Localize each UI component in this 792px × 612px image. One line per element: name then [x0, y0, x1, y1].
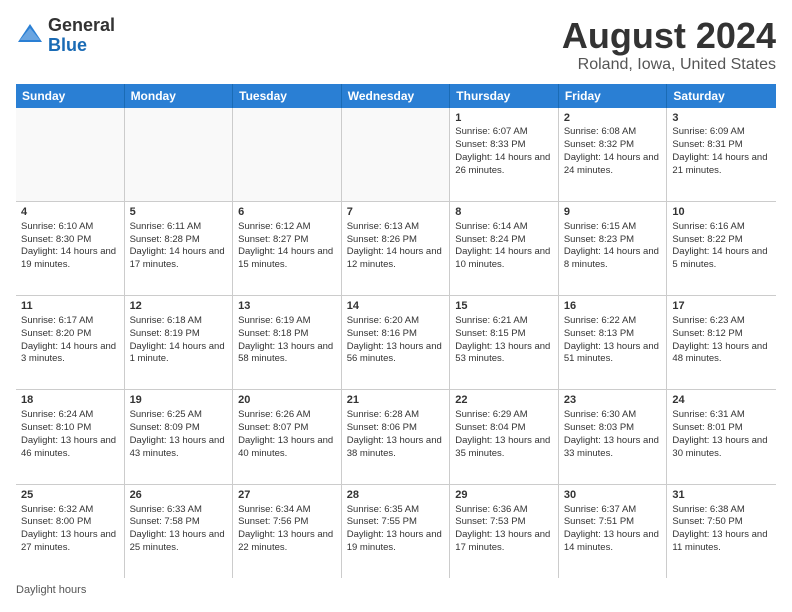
calendar-header: SundayMondayTuesdayWednesdayThursdayFrid…	[16, 84, 776, 108]
day-number: 3	[672, 111, 771, 126]
day-number: 20	[238, 393, 336, 408]
calendar-day	[16, 108, 125, 201]
calendar-row: 1Sunrise: 6:07 AMSunset: 8:33 PMDaylight…	[16, 108, 776, 202]
day-number: 27	[238, 488, 336, 503]
day-number: 30	[564, 488, 662, 503]
day-number: 14	[347, 299, 445, 314]
calendar-title: August 2024	[562, 16, 776, 56]
day-number: 9	[564, 205, 662, 220]
calendar-day: 21Sunrise: 6:28 AMSunset: 8:06 PMDayligh…	[342, 390, 451, 483]
calendar-day: 29Sunrise: 6:36 AMSunset: 7:53 PMDayligh…	[450, 485, 559, 578]
calendar-day: 12Sunrise: 6:18 AMSunset: 8:19 PMDayligh…	[125, 296, 234, 389]
day-number: 19	[130, 393, 228, 408]
header-day: Monday	[125, 84, 234, 108]
day-number: 2	[564, 111, 662, 126]
calendar-day: 27Sunrise: 6:34 AMSunset: 7:56 PMDayligh…	[233, 485, 342, 578]
day-number: 8	[455, 205, 553, 220]
calendar-day: 30Sunrise: 6:37 AMSunset: 7:51 PMDayligh…	[559, 485, 668, 578]
header-day: Friday	[559, 84, 668, 108]
calendar-day: 14Sunrise: 6:20 AMSunset: 8:16 PMDayligh…	[342, 296, 451, 389]
calendar-day: 15Sunrise: 6:21 AMSunset: 8:15 PMDayligh…	[450, 296, 559, 389]
calendar-day: 13Sunrise: 6:19 AMSunset: 8:18 PMDayligh…	[233, 296, 342, 389]
calendar-day: 19Sunrise: 6:25 AMSunset: 8:09 PMDayligh…	[125, 390, 234, 483]
footer-text: Daylight hours	[16, 584, 86, 596]
day-number: 5	[130, 205, 228, 220]
calendar-day: 25Sunrise: 6:32 AMSunset: 8:00 PMDayligh…	[16, 485, 125, 578]
calendar-body: 1Sunrise: 6:07 AMSunset: 8:33 PMDaylight…	[16, 108, 776, 578]
calendar-row: 25Sunrise: 6:32 AMSunset: 8:00 PMDayligh…	[16, 485, 776, 578]
calendar-row: 11Sunrise: 6:17 AMSunset: 8:20 PMDayligh…	[16, 296, 776, 390]
day-number: 26	[130, 488, 228, 503]
logo-icon	[16, 22, 44, 50]
calendar-day: 17Sunrise: 6:23 AMSunset: 8:12 PMDayligh…	[667, 296, 776, 389]
day-number: 29	[455, 488, 553, 503]
calendar-day: 10Sunrise: 6:16 AMSunset: 8:22 PMDayligh…	[667, 202, 776, 295]
logo-text: General Blue	[48, 16, 115, 56]
calendar-day	[125, 108, 234, 201]
day-number: 17	[672, 299, 771, 314]
day-number: 31	[672, 488, 771, 503]
day-number: 7	[347, 205, 445, 220]
calendar-day	[233, 108, 342, 201]
logo-general: General	[48, 16, 115, 36]
logo: General Blue	[16, 16, 115, 56]
calendar-day: 31Sunrise: 6:38 AMSunset: 7:50 PMDayligh…	[667, 485, 776, 578]
day-number: 25	[21, 488, 119, 503]
calendar-day: 24Sunrise: 6:31 AMSunset: 8:01 PMDayligh…	[667, 390, 776, 483]
day-number: 11	[21, 299, 119, 314]
title-block: August 2024 Roland, Iowa, United States	[562, 16, 776, 74]
calendar-day: 23Sunrise: 6:30 AMSunset: 8:03 PMDayligh…	[559, 390, 668, 483]
day-number: 15	[455, 299, 553, 314]
calendar-day: 20Sunrise: 6:26 AMSunset: 8:07 PMDayligh…	[233, 390, 342, 483]
header-day: Wednesday	[342, 84, 451, 108]
calendar-day: 8Sunrise: 6:14 AMSunset: 8:24 PMDaylight…	[450, 202, 559, 295]
day-number: 23	[564, 393, 662, 408]
calendar-day: 11Sunrise: 6:17 AMSunset: 8:20 PMDayligh…	[16, 296, 125, 389]
day-number: 4	[21, 205, 119, 220]
calendar-day: 18Sunrise: 6:24 AMSunset: 8:10 PMDayligh…	[16, 390, 125, 483]
calendar: SundayMondayTuesdayWednesdayThursdayFrid…	[16, 84, 776, 578]
header: General Blue August 2024 Roland, Iowa, U…	[16, 16, 776, 74]
day-number: 24	[672, 393, 771, 408]
logo-blue: Blue	[48, 36, 115, 56]
header-day: Saturday	[667, 84, 776, 108]
day-number: 28	[347, 488, 445, 503]
calendar-day: 6Sunrise: 6:12 AMSunset: 8:27 PMDaylight…	[233, 202, 342, 295]
page: General Blue August 2024 Roland, Iowa, U…	[0, 0, 792, 612]
calendar-day	[342, 108, 451, 201]
day-number: 16	[564, 299, 662, 314]
day-number: 1	[455, 111, 553, 126]
header-day: Sunday	[16, 84, 125, 108]
calendar-day: 1Sunrise: 6:07 AMSunset: 8:33 PMDaylight…	[450, 108, 559, 201]
day-number: 13	[238, 299, 336, 314]
calendar-day: 4Sunrise: 6:10 AMSunset: 8:30 PMDaylight…	[16, 202, 125, 295]
day-number: 18	[21, 393, 119, 408]
day-number: 21	[347, 393, 445, 408]
calendar-day: 28Sunrise: 6:35 AMSunset: 7:55 PMDayligh…	[342, 485, 451, 578]
day-number: 6	[238, 205, 336, 220]
calendar-subtitle: Roland, Iowa, United States	[562, 56, 776, 74]
calendar-day: 7Sunrise: 6:13 AMSunset: 8:26 PMDaylight…	[342, 202, 451, 295]
calendar-day: 3Sunrise: 6:09 AMSunset: 8:31 PMDaylight…	[667, 108, 776, 201]
calendar-row: 4Sunrise: 6:10 AMSunset: 8:30 PMDaylight…	[16, 202, 776, 296]
day-number: 22	[455, 393, 553, 408]
calendar-day: 26Sunrise: 6:33 AMSunset: 7:58 PMDayligh…	[125, 485, 234, 578]
calendar-day: 9Sunrise: 6:15 AMSunset: 8:23 PMDaylight…	[559, 202, 668, 295]
calendar-day: 5Sunrise: 6:11 AMSunset: 8:28 PMDaylight…	[125, 202, 234, 295]
day-number: 12	[130, 299, 228, 314]
calendar-row: 18Sunrise: 6:24 AMSunset: 8:10 PMDayligh…	[16, 390, 776, 484]
calendar-day: 22Sunrise: 6:29 AMSunset: 8:04 PMDayligh…	[450, 390, 559, 483]
day-number: 10	[672, 205, 771, 220]
header-day: Thursday	[450, 84, 559, 108]
header-day: Tuesday	[233, 84, 342, 108]
footer: Daylight hours	[16, 584, 776, 596]
calendar-day: 16Sunrise: 6:22 AMSunset: 8:13 PMDayligh…	[559, 296, 668, 389]
calendar-day: 2Sunrise: 6:08 AMSunset: 8:32 PMDaylight…	[559, 108, 668, 201]
